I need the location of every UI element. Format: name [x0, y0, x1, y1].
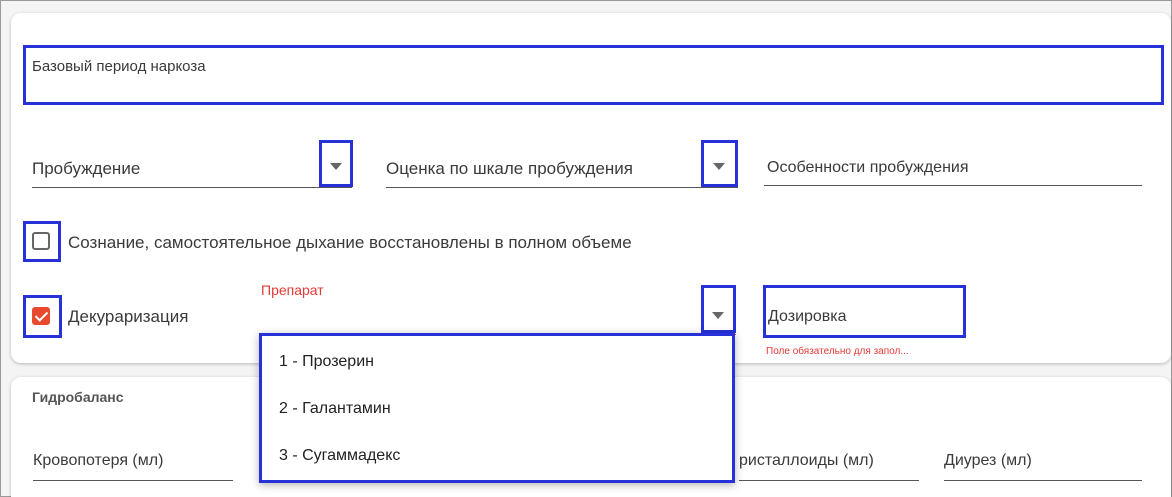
awakening-scale-select-label: Оценка по шкале пробуждения	[386, 159, 633, 178]
awakening-features-underline	[764, 185, 1142, 186]
awakening-select-label: Пробуждение	[32, 159, 141, 178]
base-period-label: Базовый период наркоза	[32, 58, 206, 75]
drug-dropdown-button[interactable]	[701, 285, 736, 333]
chevron-down-icon	[330, 163, 342, 170]
decurarization-checkbox[interactable]	[32, 307, 50, 325]
dosage-label: Дозировка	[768, 308, 847, 325]
blood-loss-label: Кровопотеря (мл)	[33, 452, 164, 469]
chevron-down-icon	[712, 312, 724, 319]
base-period-field[interactable]	[23, 45, 1164, 105]
diuresis-underline	[944, 480, 1142, 481]
dosage-error-text: Поле обязательно для запол...	[766, 346, 909, 357]
drug-option-3[interactable]: 3 - Сугаммадекс	[279, 447, 400, 465]
crystalloids-underline	[739, 480, 919, 481]
decurarization-checkbox-label: Декураризация	[68, 307, 189, 326]
awakening-scale-select-underline	[386, 187, 738, 188]
crystalloids-label: ристаллоиды (мл)	[739, 452, 874, 469]
consciousness-checkbox[interactable]	[32, 232, 50, 250]
hydrobalance-title: Гидробаланс	[32, 389, 124, 405]
drug-select-label: Препарат	[261, 282, 324, 298]
chevron-down-icon	[713, 163, 725, 170]
blood-loss-underline	[33, 480, 233, 481]
diuresis-label: Диурез (мл)	[944, 452, 1032, 469]
form-frame: Базовый период наркоза Пробуждение Оценк…	[0, 0, 1172, 497]
drug-option-2[interactable]: 2 - Галантамин	[279, 400, 391, 418]
drug-option-1[interactable]: 1 - Прозерин	[279, 353, 374, 371]
awakening-select-underline	[32, 187, 352, 188]
consciousness-checkbox-label: Сознание, самостоятельное дыхание восста…	[68, 233, 632, 252]
checkmark-icon	[34, 308, 49, 322]
awakening-features-label: Особенности пробуждения	[767, 159, 969, 176]
